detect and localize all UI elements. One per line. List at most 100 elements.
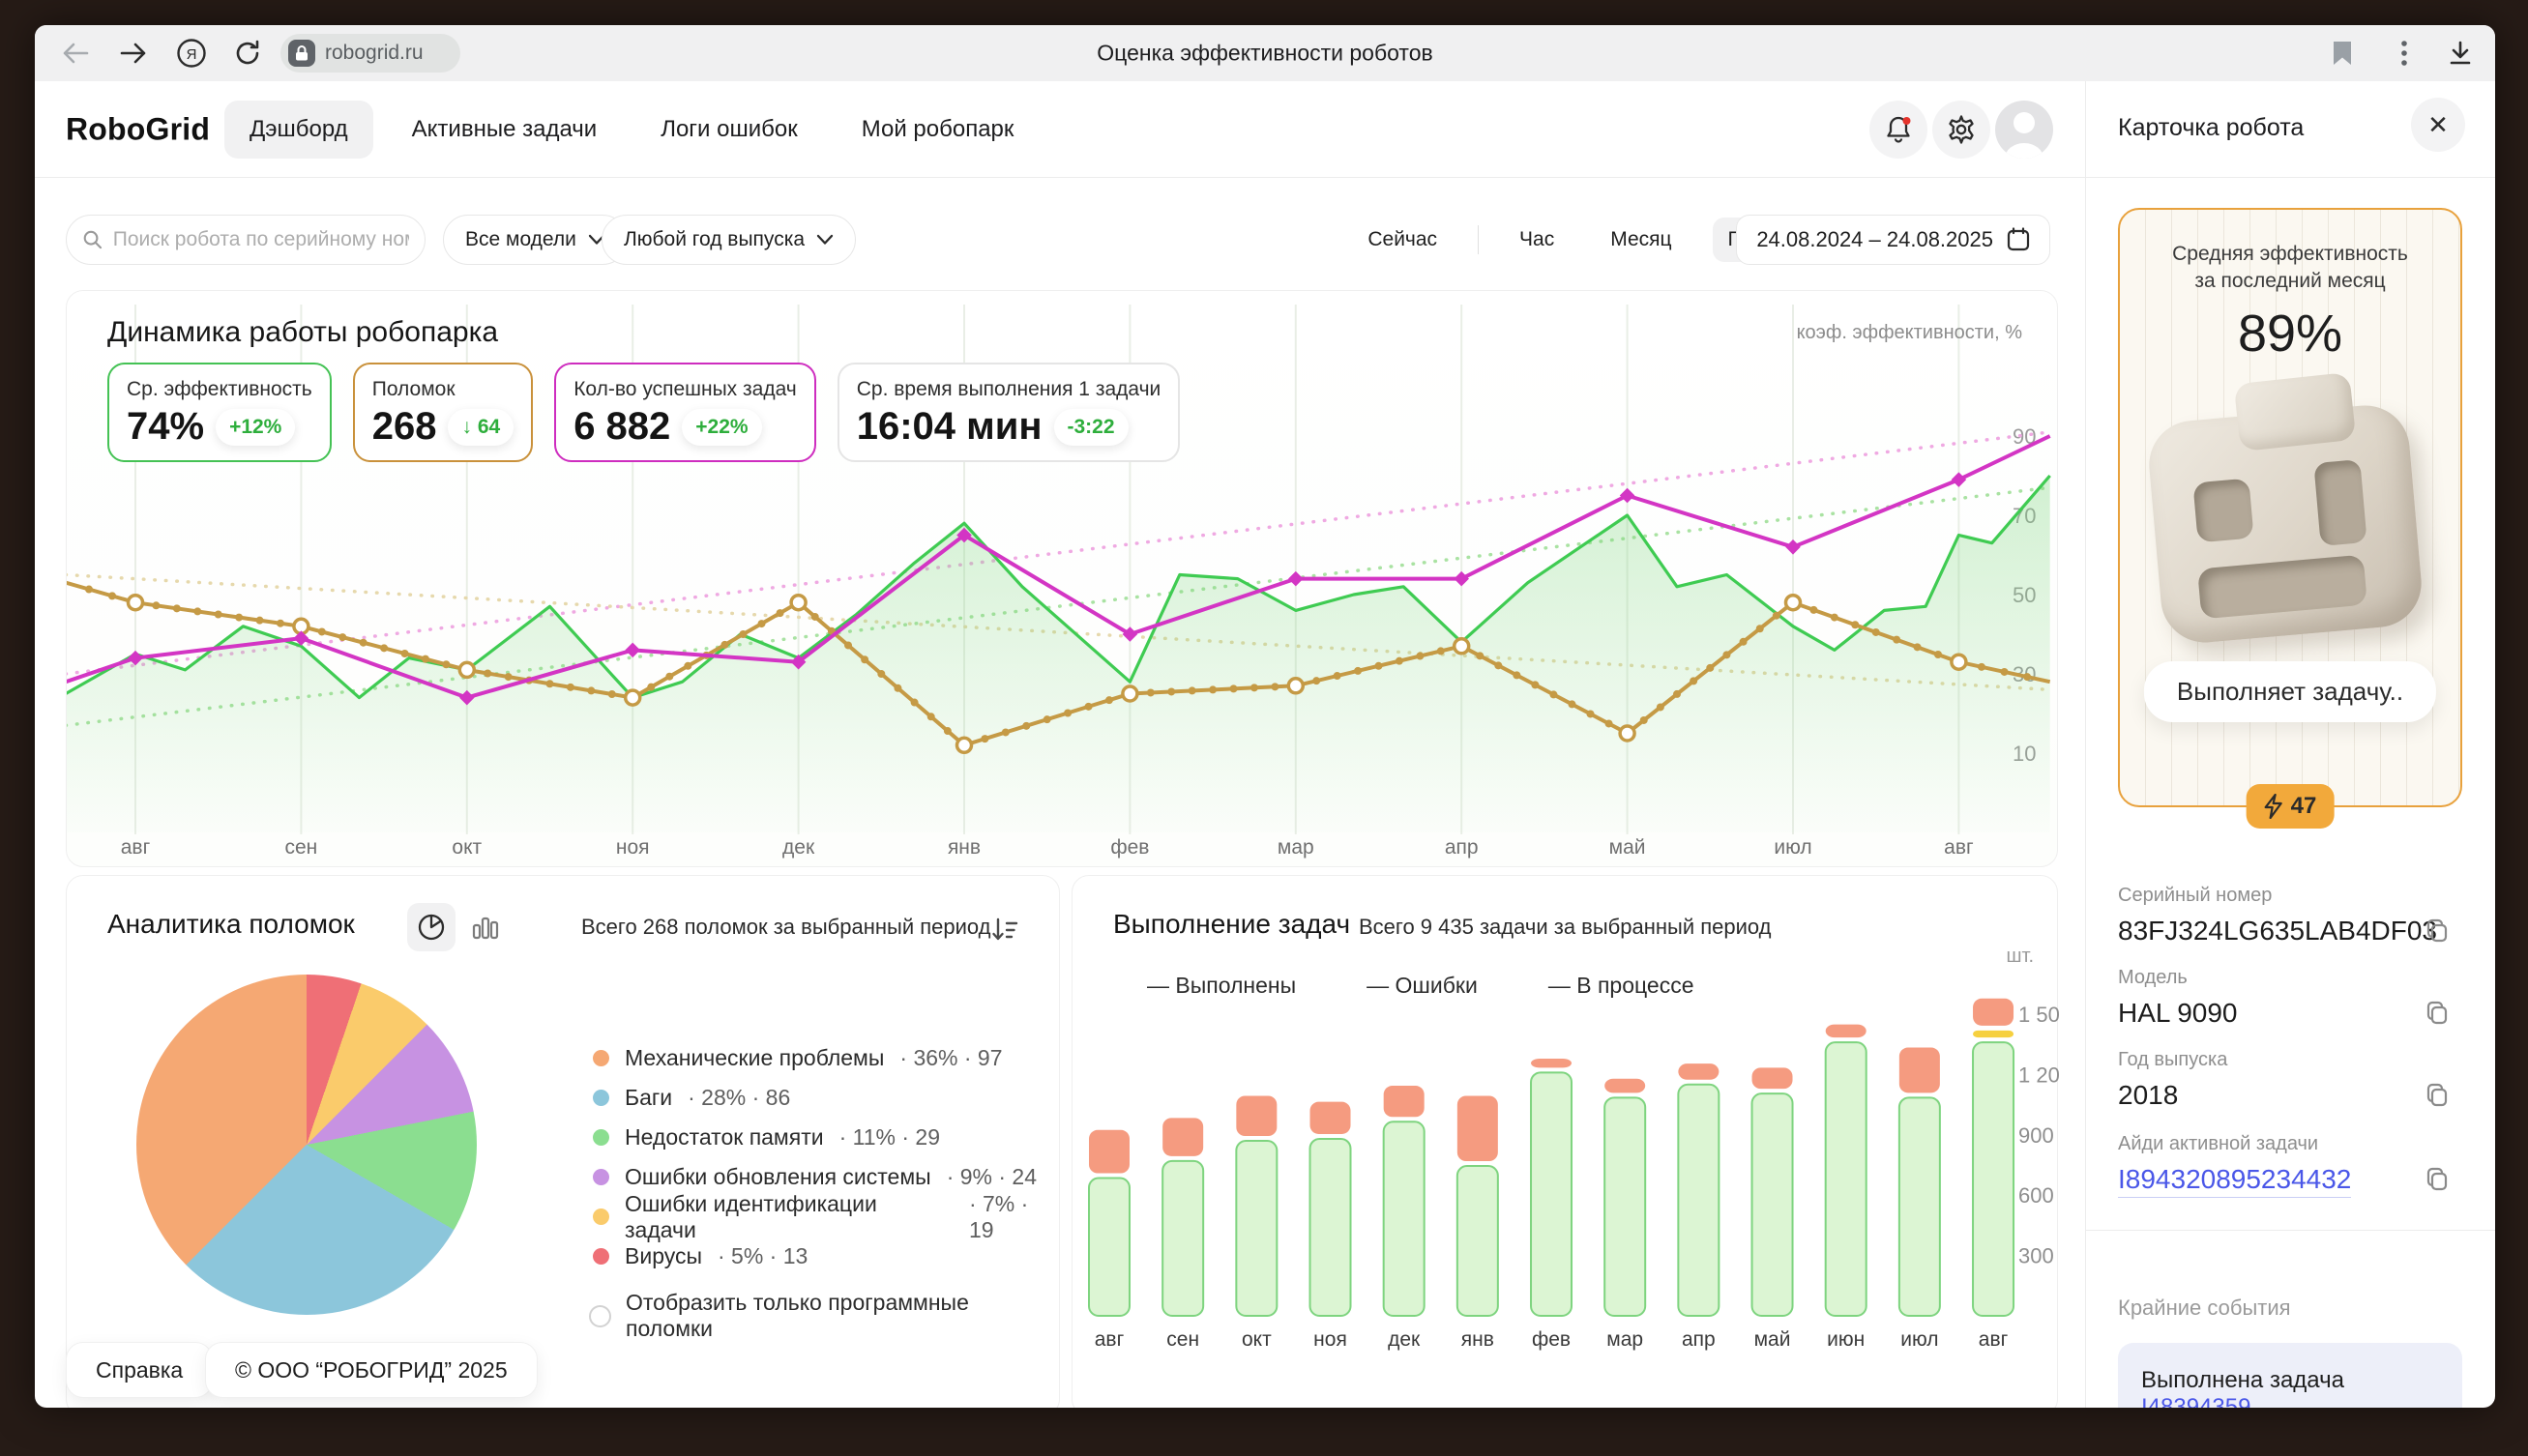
bell-icon <box>1884 114 1913 145</box>
kpi-breakdowns[interactable]: Поломок 268↓ 64 <box>353 363 533 462</box>
copy-serial-button[interactable] <box>2420 913 2455 947</box>
axis-note: коэф. эффективности, % <box>1797 322 2022 344</box>
yandex-browser-icon[interactable]: Я <box>174 36 209 71</box>
search-input[interactable] <box>113 228 409 251</box>
sort-icon <box>990 916 1019 945</box>
breakdown-total: Всего 268 поломок за выбранный период <box>581 915 990 940</box>
svg-text:июн: июн <box>1827 1328 1865 1351</box>
svg-text:ноя: ноя <box>1313 1328 1347 1351</box>
svg-text:окт: окт <box>1242 1328 1272 1351</box>
nav-tab-robopark[interactable]: Мой робопарк <box>837 101 1040 159</box>
svg-text:мар: мар <box>1278 836 1314 859</box>
browser-chrome: Я robogrid.ru Оценка эффективности робот… <box>35 25 2495 81</box>
svg-text:сен: сен <box>285 836 318 859</box>
kpi-value: 74% <box>127 405 204 449</box>
reload-button[interactable] <box>230 36 265 71</box>
kpi-delta-badge: +12% <box>216 409 295 446</box>
range-tab-now[interactable]: Сейчас <box>1352 218 1453 262</box>
serial-label: Серийный номер <box>2118 885 2272 907</box>
robot-status-pill[interactable]: Выполняет задачу.. <box>2144 661 2436 722</box>
forward-button[interactable] <box>116 36 151 71</box>
back-button[interactable] <box>58 36 93 71</box>
copyright-badge: © ООО “РОБОГРИД” 2025 <box>205 1342 538 1398</box>
browser-tab-title: Оценка эффективности роботов <box>1097 41 1432 67</box>
breakdown-pie-chart[interactable] <box>136 975 477 1315</box>
pie-legend: Механические проблемы · 36% · 97 Баги· 28… <box>593 1038 1059 1276</box>
legend-label: Ошибки идентификации задачи <box>625 1191 954 1243</box>
event-card[interactable]: Выполнена задача I48394359.. Сегодня, 14… <box>2118 1343 2462 1408</box>
year-value: 2018 <box>2118 1080 2178 1111</box>
date-range-picker[interactable]: 24.08.2024 – 24.08.2025 <box>1736 215 2050 265</box>
kpi-efficiency[interactable]: Ср. эффективность 74%+12% <box>107 363 332 462</box>
nav-tab-active-tasks[interactable]: Активные задачи <box>387 101 623 159</box>
bookmark-icon[interactable] <box>2325 36 2360 71</box>
nav-tab-dashboard[interactable]: Дэшборд <box>224 101 373 159</box>
toggle-label: Отобразить только программные поломки <box>626 1290 1059 1342</box>
model-select[interactable]: Все модели <box>443 215 628 265</box>
svg-text:1 500: 1 500 <box>2018 1003 2059 1027</box>
kpi-value: 16:04 мин <box>857 405 1043 449</box>
tasks-bar-chart: 1 5001 200900600300авгсеноктноядекянвфев… <box>1073 876 2059 1408</box>
task-id-link[interactable]: I894320895234432 <box>2118 1164 2351 1198</box>
search-icon <box>82 228 103 251</box>
year-select[interactable]: Любой год выпуска <box>602 215 856 265</box>
legend-label: Ошибки обновления системы <box>625 1164 931 1190</box>
event-link[interactable]: I48394359.. <box>2141 1394 2264 1408</box>
browser-window: Я robogrid.ru Оценка эффективности робот… <box>35 25 2495 1408</box>
kpi-delta-badge: -3:22 <box>1054 409 1129 446</box>
app-logo: RoboGrid <box>66 111 210 147</box>
settings-button[interactable] <box>1932 101 1990 159</box>
svg-text:май: май <box>1754 1328 1791 1351</box>
kpi-successful-tasks[interactable]: Кол-во успешных задач 6 882+22% <box>554 363 816 462</box>
legend-meta: · 36% · 97 <box>899 1045 1002 1071</box>
right-panel-divider <box>2085 81 2086 1408</box>
legend-item-mechanical[interactable]: Механические проблемы · 36% · 97 <box>593 1038 1059 1078</box>
svg-text:апр: апр <box>1682 1328 1716 1351</box>
legend-label: Вирусы <box>625 1243 702 1269</box>
robot-card: Средняя эффективность за последний месяц… <box>2118 208 2462 807</box>
range-tab-month[interactable]: Месяц <box>1595 218 1687 262</box>
copy-model-button[interactable] <box>2420 995 2455 1030</box>
pie-view-button[interactable] <box>407 903 456 951</box>
software-only-toggle[interactable]: Отобразить только программные поломки <box>589 1290 1059 1342</box>
downloads-icon[interactable] <box>2443 36 2478 71</box>
legend-item-task-id-errors[interactable]: Ошибки идентификации задачи· 7% · 19 <box>593 1197 1059 1237</box>
robot-card-caption: Средняя эффективность <box>2120 241 2460 268</box>
browser-menu-icon[interactable] <box>2387 36 2422 71</box>
pie-chart-icon <box>417 913 446 942</box>
breakdown-card: Аналитика поломок Всего 268 поломок за в… <box>66 875 1060 1408</box>
user-avatar[interactable] <box>1995 101 2053 159</box>
copy-year-button[interactable] <box>2420 1077 2455 1112</box>
address-bar[interactable]: robogrid.ru <box>280 34 460 73</box>
notifications-button[interactable] <box>1869 101 1927 159</box>
kpi-avg-task-time[interactable]: Ср. время выполнения 1 задачи 16:04 мин-… <box>838 363 1181 462</box>
kpi-row: Ср. эффективность 74%+12% Поломок 268↓ 6… <box>107 363 1180 462</box>
date-range-value: 24.08.2024 – 24.08.2025 <box>1756 227 1993 252</box>
legend-item-memory[interactable]: Недостаток памяти· 11% · 29 <box>593 1118 1059 1157</box>
legend-label: Механические проблемы <box>625 1045 884 1071</box>
close-panel-button[interactable]: ✕ <box>2411 98 2465 152</box>
gear-icon <box>1946 114 1977 145</box>
help-label: Справка <box>96 1357 183 1383</box>
kpi-label: Кол-во успешных задач <box>573 378 797 401</box>
copy-task-id-button[interactable] <box>2420 1161 2455 1196</box>
svg-text:900: 900 <box>2018 1123 2054 1148</box>
model-label: Модель <box>2118 967 2188 989</box>
kpi-value: 268 <box>372 405 437 449</box>
robot-energy-badge[interactable]: 47 <box>2247 784 2335 829</box>
legend-item-bugs[interactable]: Баги· 28% · 86 <box>593 1078 1059 1118</box>
robot-search <box>66 215 426 265</box>
dynamics-title: Динамика работы робопарка <box>107 316 498 349</box>
sort-button[interactable] <box>984 909 1026 951</box>
help-button[interactable]: Справка <box>66 1342 213 1398</box>
kpi-value: 6 882 <box>573 405 670 449</box>
svg-text:600: 600 <box>2018 1183 2054 1208</box>
copy-icon <box>2424 999 2451 1026</box>
legend-label: Недостаток памяти <box>625 1124 824 1150</box>
range-tab-hour[interactable]: Час <box>1504 218 1570 262</box>
task-id-label: Айди активной задачи <box>2118 1133 2318 1155</box>
nav-tab-error-logs[interactable]: Логи ошибок <box>635 101 823 159</box>
svg-text:дек: дек <box>1388 1328 1421 1351</box>
bar-view-button[interactable] <box>461 903 510 951</box>
copy-icon <box>2424 1165 2451 1192</box>
